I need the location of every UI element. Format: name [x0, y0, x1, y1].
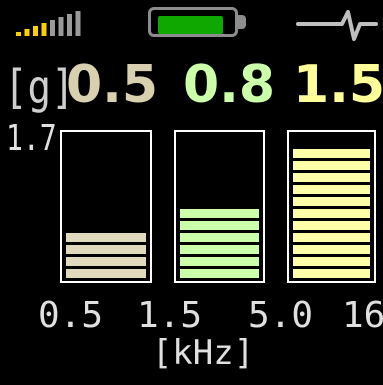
- bar-segment: [293, 209, 370, 218]
- bar-segment: [180, 257, 259, 266]
- bar-segment: [293, 245, 370, 254]
- bar-segment: [293, 149, 370, 158]
- band-bar-chart: 0.5 1.5 5.0 16 [kHz]: [38, 130, 383, 373]
- bar-segment: [293, 233, 370, 242]
- bar-chart-bars: [60, 130, 376, 283]
- bar-segment: [66, 269, 146, 278]
- bar-segment: [180, 209, 259, 218]
- bar-segment: [180, 233, 259, 242]
- x-tick-label: 0.5: [38, 295, 103, 336]
- bar-segment: [293, 173, 370, 182]
- x-axis-label: [kHz]: [152, 333, 254, 373]
- bar-segment: [293, 197, 370, 206]
- bar-segment: [66, 233, 146, 242]
- bar-segment: [180, 221, 259, 230]
- x-tick-label: 1.5: [137, 295, 202, 336]
- bar-segment: [293, 257, 370, 266]
- bar-segment: [66, 245, 146, 254]
- x-tick-label: 5.0: [248, 295, 313, 336]
- bar-segment: [180, 245, 259, 254]
- bar-segment: [293, 269, 370, 278]
- bar-segment: [293, 185, 370, 194]
- bar-segment: [293, 161, 370, 170]
- bar-segment: [293, 221, 370, 230]
- bar-segment: [66, 257, 146, 266]
- bar-segment: [180, 269, 259, 278]
- x-tick-label: 16: [342, 295, 383, 336]
